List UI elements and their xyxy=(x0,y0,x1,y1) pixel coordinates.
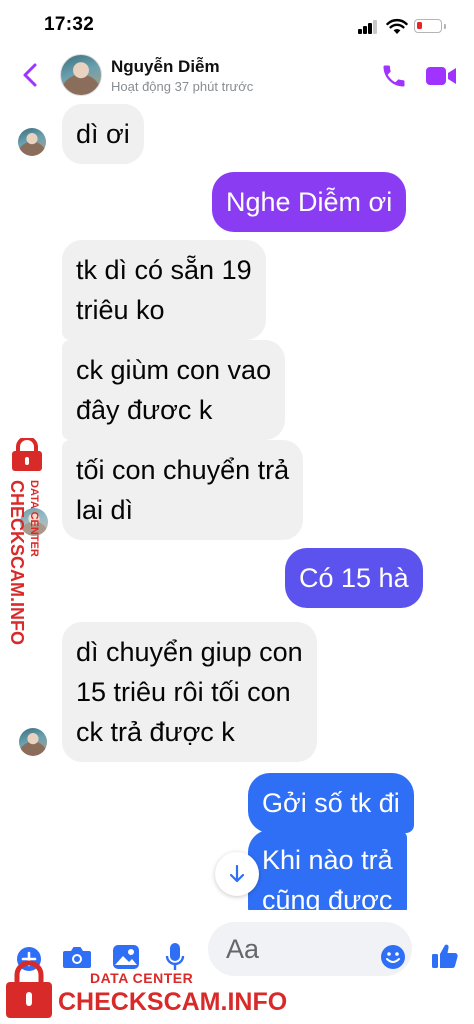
message-line: 15 triêu rôi tối con xyxy=(76,677,291,707)
chat-header: Nguyễn Diễm Hoạt động 37 phút trước xyxy=(0,48,474,104)
message-line: dì chuyển giup con xyxy=(76,637,303,667)
message-line: đây đươc k xyxy=(76,395,213,425)
incoming-message[interactable]: tối con chuyển trả lai dì xyxy=(62,440,304,540)
status-time: 17:32 xyxy=(44,14,95,35)
thumbs-up-icon[interactable] xyxy=(431,942,459,970)
message-text: dì ơi xyxy=(76,119,130,149)
message-line: ck trả được k xyxy=(76,717,235,747)
message-line: ck giùm con vao xyxy=(76,355,272,385)
battery-icon xyxy=(414,19,446,33)
message-line: tk dì có sẵn 19 xyxy=(76,255,252,285)
arrow-down-icon xyxy=(229,864,245,883)
message-line: tối con chuyển trả xyxy=(76,455,290,485)
incoming-message[interactable]: tk dì có sẵn 19 triêu ko xyxy=(62,240,266,340)
status-bar: 17:32 xyxy=(0,0,474,48)
padlock-logo xyxy=(12,438,42,471)
contact-avatar-small xyxy=(19,728,47,756)
wifi-icon xyxy=(386,19,408,34)
incoming-message[interactable]: dì ơi xyxy=(62,104,144,164)
message-line: triêu ko xyxy=(76,295,165,325)
message-line: lai dì xyxy=(76,495,134,525)
message-text: Nghe Diễm ơi xyxy=(226,187,393,217)
contact-avatar-small xyxy=(18,128,46,156)
watermark-line1: DATA CENTER xyxy=(90,970,194,986)
battery-level xyxy=(417,22,422,29)
message-text: Gởi số tk đi xyxy=(262,788,400,818)
contact-active-status: Hoạt động 37 phút trước xyxy=(111,79,254,94)
video-call-button[interactable] xyxy=(425,64,457,88)
emoji-icon[interactable] xyxy=(380,944,406,970)
contact-name[interactable]: Nguyễn Diễm xyxy=(111,57,220,77)
outgoing-message[interactable]: Nghe Diễm ơi xyxy=(212,172,407,232)
back-button[interactable] xyxy=(16,60,46,90)
incoming-message[interactable]: ck giùm con vao đây đươc k xyxy=(62,340,286,440)
watermark-line1: DATA CENTER xyxy=(28,480,40,557)
watermark-bottom: DATA CENTER CHECKSCAM.INFO xyxy=(2,958,322,1022)
contact-avatar[interactable] xyxy=(60,54,102,96)
voice-call-button[interactable] xyxy=(380,62,408,90)
watermark-line2: CHECKSCAM.INFO xyxy=(7,480,27,645)
padlock-logo xyxy=(6,960,52,1018)
outgoing-message[interactable]: Gởi số tk đi xyxy=(248,773,414,833)
message-line: Khi nào trả xyxy=(262,845,393,875)
watermark-side: DATA CENTER CHECKSCAM.INFO xyxy=(2,438,52,668)
watermark-line2: CHECKSCAM.INFO xyxy=(58,988,288,1016)
outgoing-message[interactable]: Có 15 hà xyxy=(285,548,423,608)
message-text: Có 15 hà xyxy=(299,563,409,593)
incoming-message[interactable]: dì chuyển giup con 15 triêu rôi tối con … xyxy=(62,622,317,762)
cellular-signal-icon xyxy=(358,20,378,34)
scroll-to-bottom-button[interactable] xyxy=(215,852,259,896)
